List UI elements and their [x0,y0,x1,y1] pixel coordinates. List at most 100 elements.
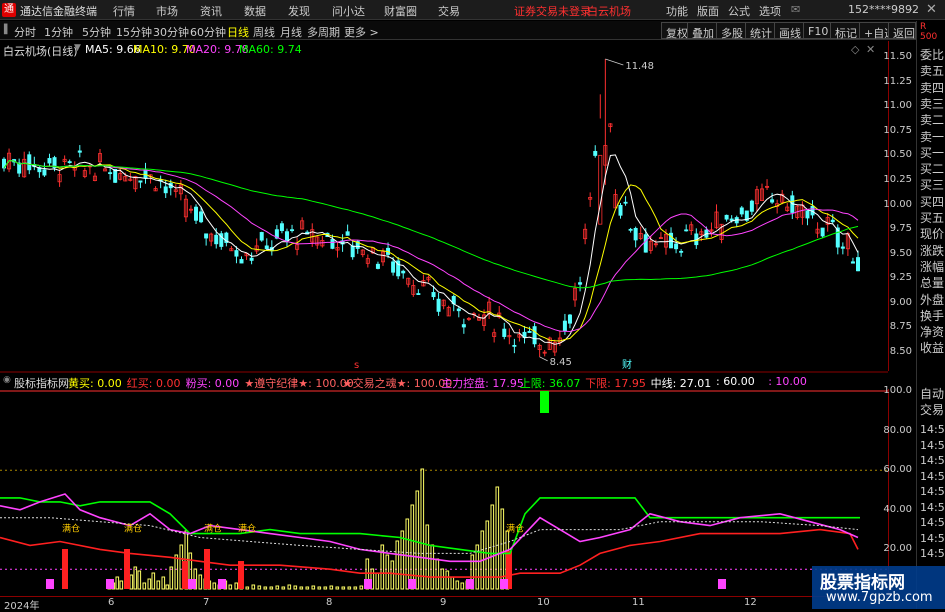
candle-body [77,150,82,153]
app-logo[interactable]: 通 [2,3,16,17]
top-stock-name[interactable]: 白云机场 [587,3,631,19]
candle-body [562,320,567,332]
duogu-button[interactable]: 多股 [716,22,748,40]
yellow-volume-bar [353,586,358,590]
candle-body [567,314,572,324]
yellow-volume-bar [161,576,166,590]
yellow-volume-bar [335,586,340,590]
side-panel-label-29: 14:56 [920,516,945,529]
candle-body [805,210,810,219]
mail-icon[interactable]: ✉ [791,3,800,16]
period-5min[interactable]: 5分钟 [82,24,111,40]
magenta-bar [408,579,416,589]
period-monthly[interactable]: 月线 [280,24,302,40]
yellow-volume-bar [430,544,435,590]
period-30min[interactable]: 30分钟 [153,24,189,40]
price-tick-4: 10.50 [883,149,912,161]
period-1min[interactable]: 1分钟 [44,24,73,40]
candle-body [249,257,254,261]
price-tick-1: 11.25 [883,75,912,87]
menu-banmian[interactable]: 版面 [697,3,719,19]
candle-body [461,324,466,328]
period-more[interactable]: 更多 > [344,24,379,40]
dropdown-icon[interactable]: ▼ [74,43,81,53]
candle-body [593,151,598,156]
side-panel-label-13: 现价 [920,227,945,242]
period-15min[interactable]: 15分钟 [116,24,152,40]
indicator-tick-3: 40.00 [883,503,912,515]
chart-close-icon[interactable]: ✕ [866,43,875,56]
yellow-volume-bar [275,585,280,590]
close-icon[interactable]: ✕ [926,2,937,17]
period-60min[interactable]: 60分钟 [190,24,226,40]
biaoji-button[interactable]: 标记 [830,22,862,40]
side-panel-label-19: 净资 [920,325,945,340]
candle-body [643,234,648,253]
yellow-volume-bar [460,582,465,590]
yellow-volume-bar [385,554,390,590]
menu-shuju[interactable]: 数据 [244,3,266,19]
candle-body [618,205,623,216]
price-tick-5: 10.25 [883,173,912,185]
menu-wenxiaoda[interactable]: 问小达 [332,3,365,19]
date-tick-3: 8 [326,597,333,608]
ma5-line [3,154,859,345]
side-panel-label-11: 买四 [920,194,945,209]
menu-caifuquan[interactable]: 财富圈 [384,3,417,19]
minimize-icon[interactable]: – [906,2,913,17]
indicator-dropdown-icon[interactable]: ◉ [3,375,11,385]
red-buy-bar [62,549,68,589]
menu-hangqing[interactable]: 行情 [113,3,135,19]
yellow-volume-bar [293,585,298,590]
yellow-volume-bar [425,524,430,590]
menu-zixun[interactable]: 资讯 [200,3,222,19]
full-position-label-3: 满仓 [238,523,256,535]
diejia-button[interactable]: 叠加 [687,22,719,40]
side-panel-label-20: 收益 [920,341,945,356]
indicator-value-10: : 10.00 [768,375,807,388]
menu-shichang[interactable]: 市场 [156,3,178,19]
expand-icon[interactable]: ▌ [4,25,11,35]
main-chart-header: 白云机场(日线) ▼ MA5: 9.66 MA10: 9.70 MA20: 9.… [0,41,890,58]
kline-chart[interactable]: 11.48 8.45 s 财 [0,57,888,373]
huaxian-button[interactable]: 画线 [774,22,806,40]
candle-body [27,154,32,171]
price-tick-11: 8.75 [889,321,912,333]
yellow-volume-bar [395,540,400,590]
side-panel-label-27: 14:56 [920,485,945,498]
menu-xuanxiang[interactable]: 选项 [759,3,781,19]
f10-button[interactable]: F10 [803,22,834,39]
side-panel-label-7: 卖一 [920,129,945,144]
menu-jiaoyi[interactable]: 交易 [438,3,460,19]
period-multi[interactable]: 多周期 [307,24,340,40]
trade-login-notice[interactable]: 证券交易未登录 [514,3,591,19]
indicator-chart[interactable]: 满仓 满仓 满仓 满仓 满仓 [0,389,888,596]
menu-faxian[interactable]: 发现 [288,3,310,19]
period-daily[interactable]: 日线 [227,24,249,40]
candle-body [820,227,825,237]
side-panel-label-3: 卖五 [920,64,945,79]
yellow-volume-bar [329,585,334,590]
yellow-volume-bar [245,586,250,590]
candle-body [345,231,350,236]
yellow-volume-bar [234,582,239,590]
yellow-volume-bar [415,490,420,590]
menu-gongshi[interactable]: 公式 [728,3,750,19]
candle-body [330,239,335,249]
period-weekly[interactable]: 周线 [253,24,275,40]
magenta-bar [46,579,54,589]
period-fenshi[interactable]: 分时 [14,24,36,40]
yellow-volume-bar [341,586,346,590]
indicator-tick-4: 20.00 [883,543,912,555]
side-panel-label-25: 14:56 [920,454,945,467]
red-buy-bar [182,561,188,589]
diamond-icon[interactable]: ◇ [851,43,859,56]
tongji-button[interactable]: 统计 [745,22,777,40]
magenta-bar [466,579,474,589]
back-button[interactable]: 返回 [888,22,916,40]
candle-body [234,250,239,257]
menu-gongneng[interactable]: 功能 [666,3,688,19]
candle-body [199,211,204,223]
yellow-volume-bar [115,576,120,590]
candle-body [456,308,461,312]
